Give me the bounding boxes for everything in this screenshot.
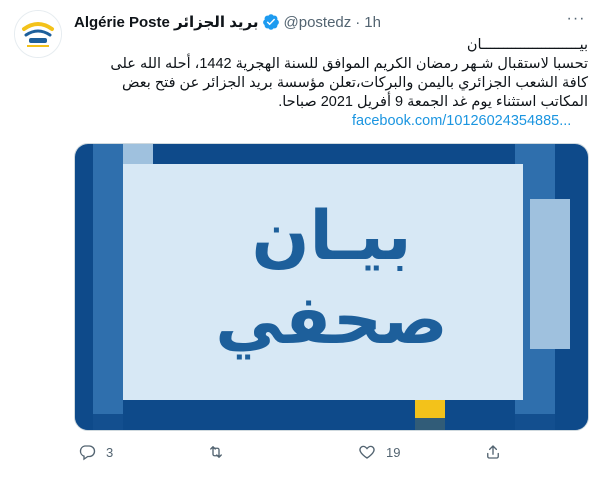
avatar[interactable] [14,10,62,58]
more-options-button[interactable]: ··· [563,8,589,30]
tweet-text-line: تحسبا لاستقبال شـهر رمضان الكريم الموافق… [110,56,588,72]
share-button[interactable] [484,440,502,464]
share-icon [487,445,499,459]
media-title-line2: صحفي [215,281,448,360]
tweet-header: Algérie Poste بريد الجزائر @postedz · 1h [74,12,563,32]
timestamp[interactable]: 1h [364,14,381,31]
retweet-button[interactable] [206,440,236,464]
tweet-link[interactable]: facebook.com/10126024354885... [352,113,571,129]
display-name[interactable]: Algérie Poste بريد الجزائر [74,13,259,31]
retweet-icon [210,446,222,458]
separator-dot: · [355,13,361,31]
handle[interactable]: @postedz [284,14,352,31]
tweet-text-line: المكاتب استثناء يوم غد الجمعة 9 أفريل 20… [278,94,588,110]
reply-count: 3 [106,444,114,460]
heart-icon [359,445,375,459]
tweet-text-line: بيـــــــــــــــــــــــان [466,37,588,53]
like-count: 19 [386,444,401,460]
media-title-line1: بيـان [251,197,412,276]
verified-badge-icon [262,14,279,30]
more-icon: ··· [566,10,586,27]
reply-button[interactable]: 3 [78,440,113,464]
media-image[interactable]: بيـان صحفي [74,143,589,431]
algerie-poste-logo-icon [15,11,61,57]
reply-icon [79,445,96,461]
tweet-text-line: كافة الشعب الجزائري باليمن والبركات،تعلن… [122,75,588,91]
tweet-card[interactable]: Algérie Poste بريد الجزائر @postedz · 1h… [0,0,603,477]
tweet-actions: 3 19 [74,440,524,464]
tweet-text: بيـــــــــــــــــــــــان تحسبا لاستقب… [74,36,588,112]
like-button[interactable]: 19 [358,440,400,464]
